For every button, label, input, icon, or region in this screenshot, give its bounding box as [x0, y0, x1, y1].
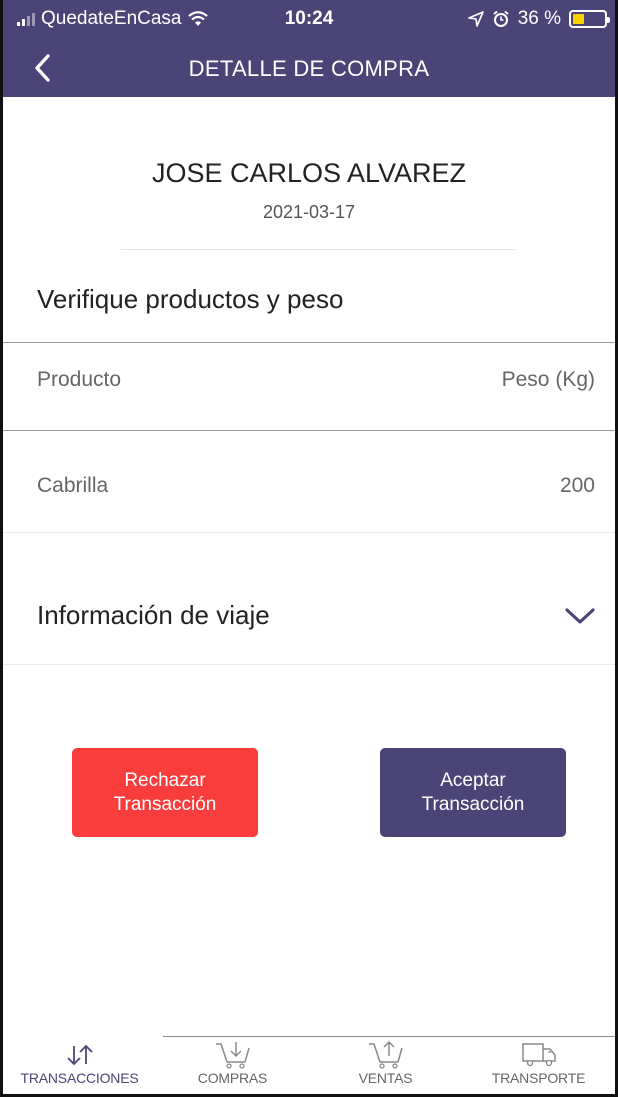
nav-label: VENTAS	[358, 1070, 413, 1086]
alarm-icon	[493, 10, 509, 27]
cart-down-icon	[215, 1042, 250, 1069]
divider	[121, 249, 515, 250]
nav-item-ventas[interactable]: VENTAS	[309, 1040, 462, 1094]
battery-icon	[569, 10, 610, 28]
battery-percent: 36 %	[517, 8, 561, 29]
purchase-date: 2021-03-17	[262, 202, 356, 222]
cart-up-icon	[368, 1040, 403, 1069]
nav-label: TRANSACCIONES	[20, 1070, 139, 1086]
column-header-product: Producto	[37, 368, 122, 391]
divider	[3, 532, 615, 533]
nav-label: TRANSPORTE	[491, 1070, 586, 1086]
accept-transaction-button[interactable]: Aceptar Transacción	[380, 748, 566, 837]
customer-name: JOSE CARLOS ALVAREZ	[151, 158, 467, 188]
section-title-trip: Información de viaje	[37, 600, 270, 630]
reject-transaction-button[interactable]: Rechazar Transacción	[72, 748, 258, 837]
column-header-weight: Peso (Kg)	[501, 368, 595, 391]
truck-icon	[521, 1043, 556, 1067]
transactions-arrows-icon	[66, 1044, 93, 1066]
section-title-verify: Verifique productos y peso	[37, 284, 344, 314]
nav-item-transacciones[interactable]: TRANSACCIONES	[3, 1040, 156, 1094]
product-weight: 200	[559, 474, 595, 497]
battery-level	[573, 14, 584, 24]
title-bar: DETALLE DE COMPRA	[3, 40, 615, 97]
location-arrow-icon	[467, 11, 484, 27]
app-screen: QuedateEnCasa 10:24 36 % DETALLE DE COMP…	[0, 0, 618, 1097]
nav-item-transporte[interactable]: TRANSPORTE	[462, 1040, 615, 1094]
page-title: DETALLE DE COMPRA	[188, 56, 430, 81]
status-bar: QuedateEnCasa 10:24 36 %	[3, 0, 615, 40]
chevron-down-icon	[565, 608, 595, 624]
nav-label: COMPRAS	[197, 1070, 268, 1086]
divider	[3, 342, 615, 343]
trip-info-toggle[interactable]: Información de viaje	[3, 590, 615, 662]
bottom-nav: TRANSACCIONES COMPRAS VENTAS TRANSPORTE	[3, 1040, 615, 1094]
divider	[3, 664, 615, 665]
nav-divider	[163, 1036, 615, 1037]
product-name: Cabrilla	[37, 474, 109, 497]
nav-item-compras[interactable]: COMPRAS	[156, 1040, 309, 1094]
status-right: 36 %	[467, 8, 610, 30]
divider	[3, 430, 615, 431]
header: QuedateEnCasa 10:24 36 % DETALLE DE COMP…	[3, 0, 615, 97]
